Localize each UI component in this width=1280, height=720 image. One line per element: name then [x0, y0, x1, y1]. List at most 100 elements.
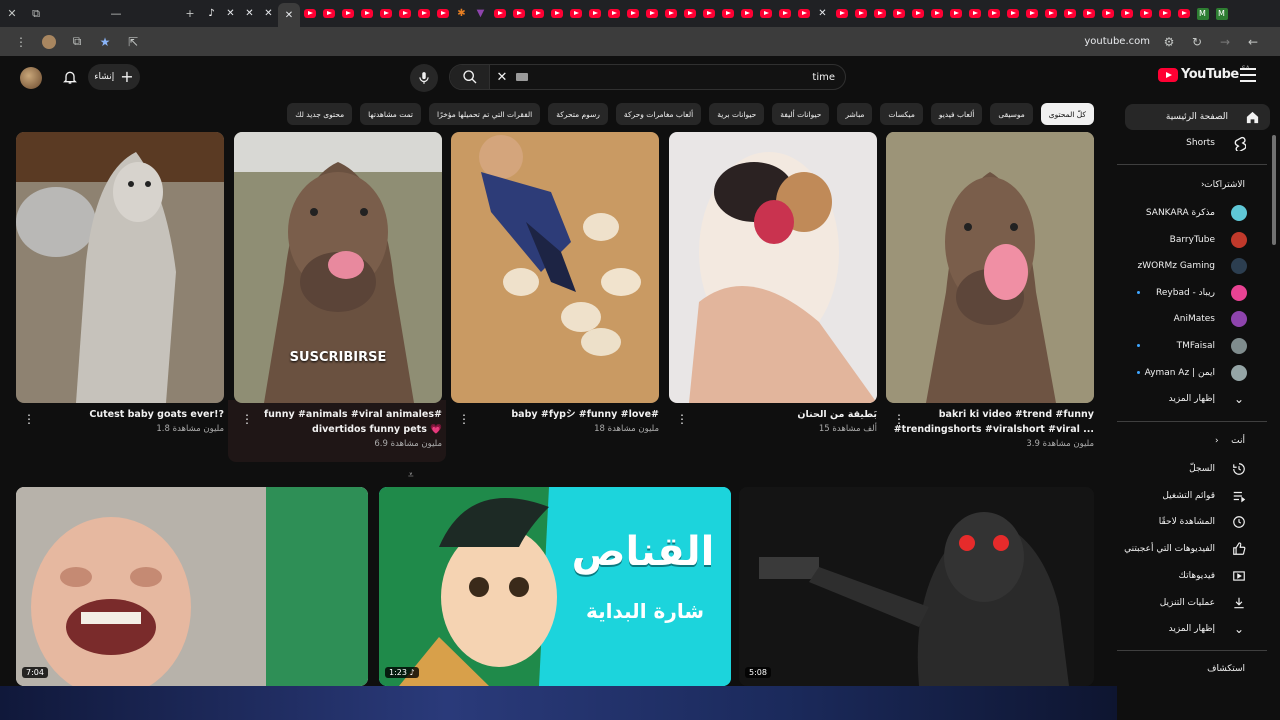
- sidebar-item-clock[interactable]: المشاهدة لاحقًا: [1117, 509, 1267, 535]
- voice-search-button[interactable]: [410, 64, 438, 92]
- account-avatar[interactable]: [20, 67, 42, 89]
- tab-youtube[interactable]: [1041, 4, 1060, 24]
- more-actions-icon[interactable]: ⋮: [23, 412, 35, 426]
- bookmark-star-icon[interactable]: ★: [94, 31, 116, 53]
- tab-youtube[interactable]: [775, 4, 794, 24]
- short-thumbnail[interactable]: SUSCRIBIRSE: [234, 132, 442, 403]
- filter-chip[interactable]: تمت مشاهدتها: [360, 103, 421, 125]
- close-tab-icon[interactable]: ✕: [285, 10, 293, 21]
- video-thumbnail[interactable]: 7:04: [16, 487, 368, 686]
- tab-youtube[interactable]: [509, 4, 528, 24]
- short-thumbnail[interactable]: [16, 132, 224, 403]
- short-title[interactable]: bakri ki video #trend #funny: [886, 407, 1094, 422]
- tab-youtube[interactable]: [300, 4, 319, 24]
- subscription-item[interactable]: Ayman Az | ايمن: [1117, 360, 1267, 386]
- filter-chip[interactable]: كلّ المحتوى: [1040, 103, 1094, 125]
- tab-youtube[interactable]: [604, 4, 623, 24]
- tab-youtube[interactable]: [1136, 4, 1155, 24]
- youtube-logo[interactable]: YouTube SA: [1158, 65, 1250, 82]
- tab-youtube[interactable]: [585, 4, 604, 24]
- filter-chip[interactable]: مباشر: [837, 103, 873, 125]
- tab-youtube[interactable]: [794, 4, 813, 24]
- filter-chip[interactable]: ميكسات: [880, 103, 923, 125]
- filter-chip[interactable]: محتوى جديد لك: [287, 103, 353, 125]
- short-thumbnail[interactable]: [886, 132, 1094, 403]
- tab[interactable]: ✕: [259, 4, 278, 24]
- tab[interactable]: ✱: [452, 4, 471, 24]
- more-actions-icon[interactable]: ⋮: [241, 412, 253, 426]
- tab[interactable]: ✕: [240, 4, 259, 24]
- tab-youtube[interactable]: [1003, 4, 1022, 24]
- notifications-bell-icon[interactable]: [60, 67, 80, 87]
- search-input[interactable]: [528, 71, 845, 83]
- tab-youtube[interactable]: [642, 4, 661, 24]
- address-bar[interactable]: youtube.com: [1084, 36, 1150, 47]
- tab-youtube[interactable]: [870, 4, 889, 24]
- tab-youtube[interactable]: [319, 4, 338, 24]
- forward-icon[interactable]: →: [1214, 31, 1236, 53]
- tab-youtube[interactable]: [623, 4, 642, 24]
- tab-youtube[interactable]: [1117, 4, 1136, 24]
- tab-youtube[interactable]: [1060, 4, 1079, 24]
- tab-youtube[interactable]: [699, 4, 718, 24]
- menu-kebab-icon[interactable]: ⋮: [10, 31, 32, 53]
- subscription-item[interactable]: BarryTube: [1117, 227, 1267, 253]
- tab-youtube[interactable]: [1022, 4, 1041, 24]
- show-more-button[interactable]: إظهار المزيد ⌄: [1117, 616, 1267, 642]
- show-more-button[interactable]: إظهار المزيد ⌄: [1117, 386, 1267, 412]
- clear-search-icon[interactable]: ✕: [490, 70, 514, 85]
- sidebar-item-shorts[interactable]: Shorts: [1117, 130, 1267, 156]
- tab[interactable]: ✕: [813, 4, 832, 24]
- short-title[interactable]: funny #animals #viral animales#: [234, 407, 442, 422]
- short-title[interactable]: Cutest baby goats ever!?: [16, 407, 224, 422]
- create-button[interactable]: إنشاء +: [88, 64, 140, 90]
- tab-youtube[interactable]: [490, 4, 509, 24]
- sidebar-item-thumbs-up[interactable]: الفيديوهات التي أعجبتني: [1117, 536, 1267, 562]
- tab-youtube[interactable]: [1098, 4, 1117, 24]
- more-actions-icon[interactable]: ⋮: [676, 412, 688, 426]
- tab[interactable]: ✕: [221, 4, 240, 24]
- new-tab-icon[interactable]: +: [178, 0, 202, 27]
- tab-youtube[interactable]: [946, 4, 965, 24]
- tab-youtube[interactable]: [547, 4, 566, 24]
- tab-youtube[interactable]: [661, 4, 680, 24]
- close-window-icon[interactable]: ✕: [0, 0, 24, 27]
- tab-youtube[interactable]: [433, 4, 452, 24]
- video-thumbnail[interactable]: 5:08: [739, 487, 1094, 686]
- tab-youtube[interactable]: [832, 4, 851, 24]
- filter-chip[interactable]: حيوانات برية: [709, 103, 765, 125]
- short-title[interactable]: #trendingshorts #viralshort #viral ...: [886, 422, 1094, 437]
- filter-chip[interactable]: ألعاب مغامرات وحركة: [615, 103, 702, 125]
- subscription-item[interactable]: Reybad - ريباد: [1117, 280, 1267, 306]
- install-app-icon[interactable]: ⇱: [122, 31, 144, 53]
- sidebar-item-playlist[interactable]: قوائم التشغيل: [1117, 483, 1267, 509]
- you-header[interactable]: أنت ›: [1117, 436, 1267, 446]
- tab-youtube[interactable]: [528, 4, 547, 24]
- extensions-icon[interactable]: ⧉: [66, 31, 88, 53]
- tab-gmail[interactable]: M: [1193, 4, 1212, 24]
- tab-youtube[interactable]: [1079, 4, 1098, 24]
- filter-chip[interactable]: حيوانات أليفة: [772, 103, 830, 125]
- tab-youtube[interactable]: [984, 4, 1003, 24]
- tab-youtube[interactable]: [756, 4, 775, 24]
- subscription-item[interactable]: zWORMz Gaming: [1117, 253, 1267, 279]
- tab-search-icon[interactable]: ⧉: [24, 0, 48, 27]
- tab-youtube[interactable]: [566, 4, 585, 24]
- subscription-item[interactable]: TMFaisal: [1117, 333, 1267, 359]
- tab-youtube[interactable]: [357, 4, 376, 24]
- tab-youtube[interactable]: [927, 4, 946, 24]
- tab-youtube[interactable]: [1174, 4, 1193, 24]
- short-title[interactable]: baby #fypシ #funny #love#: [451, 407, 659, 422]
- short-title[interactable]: divertidos funny pets 💗: [234, 422, 442, 437]
- sidebar-scrollbar[interactable]: [1272, 135, 1276, 245]
- sidebar-item-home[interactable]: الصفحة الرئيسية: [1125, 104, 1270, 130]
- guide-menu-icon[interactable]: [1240, 68, 1256, 82]
- sidebar-item-play-square[interactable]: فيديوهاتك: [1117, 563, 1267, 589]
- search-button[interactable]: [450, 65, 490, 89]
- reload-icon[interactable]: ↻: [1186, 31, 1208, 53]
- tab-youtube[interactable]: [338, 4, 357, 24]
- tab-youtube[interactable]: [851, 4, 870, 24]
- short-thumbnail[interactable]: [669, 132, 877, 403]
- filter-chip[interactable]: الفقرات التي تم تحميلها مؤخرًا: [429, 103, 541, 125]
- filter-chip[interactable]: موسيقى: [990, 103, 1033, 125]
